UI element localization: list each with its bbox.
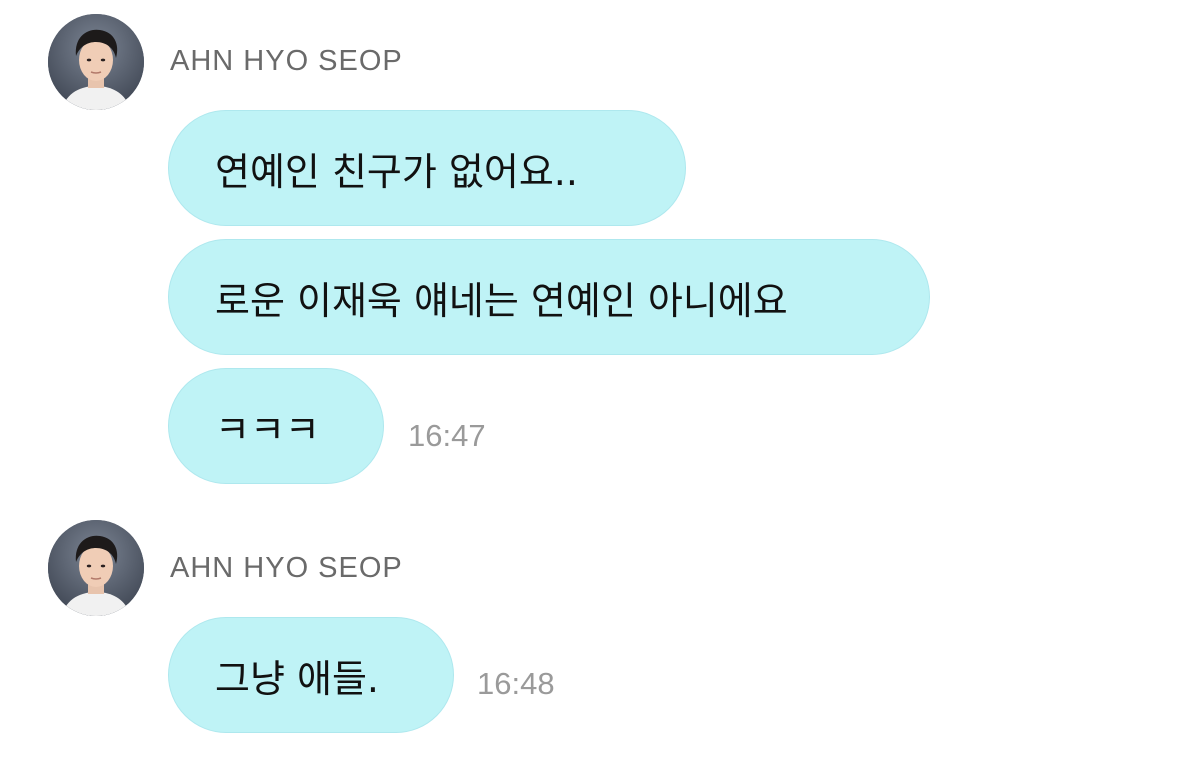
message-bubble[interactable]: 로운 이재욱 얘네는 연예인 아니에요 [168,239,930,355]
message-bubble[interactable]: ㅋㅋㅋ [168,368,384,484]
message-text: 그냥 애들. [215,656,379,701]
message-bubble[interactable]: 연예인 친구가 없어요.. [168,110,686,226]
avatar[interactable] [48,14,144,110]
message-text: 연예인 친구가 없어요.. [215,149,578,194]
sender-name: AHN HYO SEOP [170,552,403,584]
sender-name: AHN HYO SEOP [170,45,403,77]
profile-photo-icon [48,14,144,110]
message-bubble[interactable]: 그냥 애들. [168,617,454,733]
message-timestamp: 16:48 [477,666,555,701]
message-timestamp: 16:47 [408,418,486,453]
profile-photo-icon [48,520,144,616]
message-text: ㅋㅋㅋ [215,407,320,452]
avatar[interactable] [48,520,144,616]
message-text: 로운 이재욱 얘네는 연예인 아니에요 [215,278,788,323]
